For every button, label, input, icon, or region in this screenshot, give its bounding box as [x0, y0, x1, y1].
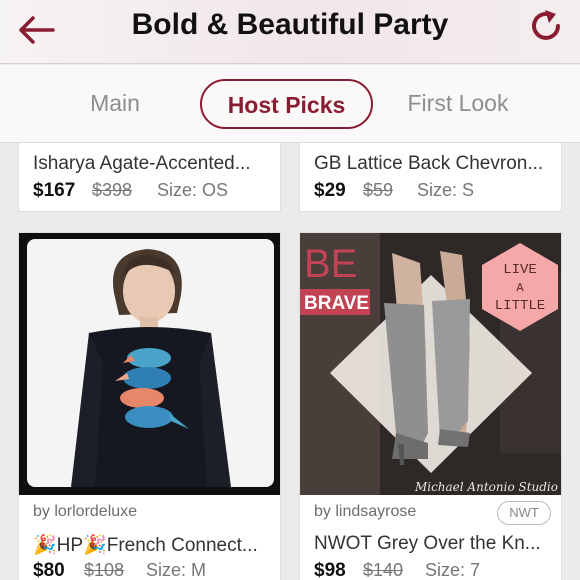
- image-text-live: LIVE: [503, 262, 537, 278]
- nwt-badge: NWT: [497, 501, 551, 525]
- page-title: Bold & Beautiful Party: [131, 8, 449, 41]
- listing-price: $29: [314, 180, 346, 201]
- listing-original-price: $108: [84, 560, 125, 580]
- listing-title: NWOT Grey Over the Kn...: [314, 533, 541, 554]
- tab-first-look[interactable]: First Look: [392, 79, 524, 129]
- app-header: Bold & Beautiful Party: [0, 0, 580, 64]
- tab-main[interactable]: Main: [60, 79, 170, 129]
- image-text-a: A: [516, 281, 524, 295]
- product-image[interactable]: [19, 233, 280, 495]
- product-image[interactable]: BE BRAVE LIVE A LITTLE Michael Antonio S…: [300, 233, 561, 495]
- tab-bar: Main Host Picks First Look: [0, 65, 580, 143]
- listing-title: Isharya Agate-Accented...: [33, 153, 251, 174]
- listing-size: Size: S: [417, 180, 475, 200]
- image-text-little: LITTLE: [495, 298, 545, 314]
- listing-size: Size: OS: [157, 180, 229, 200]
- image-watermark: Michael Antonio Studio: [414, 480, 558, 494]
- listing-original-price: $398: [92, 180, 133, 200]
- listing-price: $167: [33, 180, 76, 201]
- listing-card[interactable]: by lorlordeluxe 🎉HP🎉French Connect... $8…: [18, 232, 281, 580]
- seller-name[interactable]: by lindsayrose: [314, 503, 416, 521]
- refresh-icon: [532, 10, 560, 40]
- listing-title: GB Lattice Back Chevron...: [314, 153, 544, 174]
- tab-host-picks[interactable]: Host Picks: [200, 79, 373, 129]
- image-text-brave: BRAVE: [304, 293, 369, 314]
- listing-price: $98: [314, 560, 346, 580]
- seller-name[interactable]: by lorlordeluxe: [33, 503, 137, 521]
- listing-title: 🎉HP🎉French Connect...: [33, 535, 258, 556]
- image-text-be: BE: [304, 242, 357, 286]
- boots-photo: BE BRAVE LIVE A LITTLE Michael Antonio S…: [300, 233, 561, 495]
- listing-price: $80: [33, 560, 65, 580]
- refresh-button[interactable]: [522, 2, 570, 50]
- listing-size: Size: M: [146, 560, 207, 580]
- listing-original-price: $140: [363, 560, 404, 580]
- listing-original-price: $59: [363, 180, 394, 200]
- sweater-photo: [27, 239, 274, 487]
- listing-card[interactable]: BE BRAVE LIVE A LITTLE Michael Antonio S…: [299, 232, 562, 580]
- listing-size: Size: 7: [425, 560, 481, 580]
